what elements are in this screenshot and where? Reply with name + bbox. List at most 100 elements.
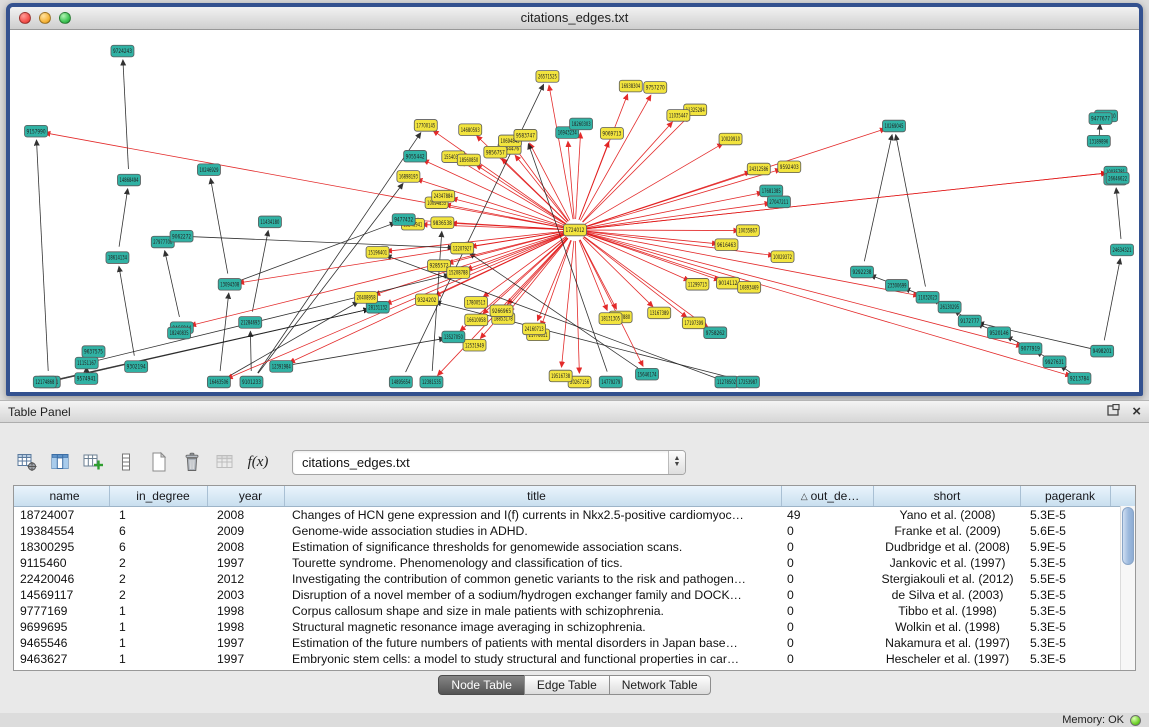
cell-out_de[interactable]: 0 (782, 523, 874, 539)
cell-in_degree[interactable]: 6 (110, 523, 208, 539)
cell-title[interactable]: Investigating the contribution of common… (285, 571, 782, 587)
column-header-name[interactable]: name (14, 486, 110, 506)
cell-name[interactable]: 9465546 (14, 635, 110, 651)
minimize-window-button[interactable] (39, 12, 51, 24)
cell-title[interactable]: Genome-wide association studies in ADHD. (285, 523, 782, 539)
cell-pagerank[interactable]: 5.3E-5 (1021, 635, 1111, 651)
cell-in_degree[interactable]: 2 (110, 571, 208, 587)
graph-node[interactable]: 9172777 (958, 315, 981, 327)
memory-ok-icon[interactable] (1130, 715, 1141, 726)
table-row[interactable]: 2242004622012Investigating the contribut… (14, 571, 1135, 587)
cell-title[interactable]: Estimation of significance thresholds fo… (285, 539, 782, 555)
graph-node[interactable]: 15196401 (366, 247, 389, 259)
graph-node[interactable]: 14680593 (459, 124, 482, 136)
graph-node[interactable]: 18131305 (599, 313, 622, 325)
cell-short[interactable]: Franke et al. (2009) (874, 523, 1021, 539)
graph-node[interactable]: 17800513 (464, 297, 487, 309)
cell-short[interactable]: Hescheler et al. (1997) (874, 651, 1021, 667)
cell-title[interactable]: Embryonic stem cells: a model to study s… (285, 651, 782, 667)
cell-short[interactable]: Yano et al. (2008) (874, 507, 1021, 523)
graph-node[interactable]: 9101233 (240, 376, 263, 388)
graph-node[interactable]: 12381535 (420, 376, 443, 388)
network-window-titlebar[interactable]: citations_edges.txt (10, 7, 1139, 30)
cell-out_de[interactable]: 0 (782, 539, 874, 555)
graph-node[interactable]: 18614134 (106, 252, 129, 264)
cell-name[interactable]: 18300295 (14, 539, 110, 555)
cell-out_de[interactable]: 0 (782, 587, 874, 603)
edit-columns-button[interactable] (80, 449, 106, 475)
graph-node[interactable]: 11032023 (916, 292, 939, 304)
graph-node[interactable]: 11278502 (715, 376, 738, 388)
graph-node[interactable]: 9213784 (1068, 373, 1091, 385)
graph-node[interactable]: 26646622 (1106, 172, 1129, 184)
graph-node[interactable]: 11434180 (258, 216, 281, 228)
graph-node[interactable]: 9324202 (415, 294, 438, 306)
graph-node[interactable]: 9574941 (75, 373, 98, 385)
table-row[interactable]: 1872400712008Changes of HCN gene express… (14, 507, 1135, 523)
cell-title[interactable]: Corpus callosum shape and size in male p… (285, 603, 782, 619)
graph-node[interactable]: 10269045 (883, 120, 906, 132)
cell-in_degree[interactable]: 1 (110, 619, 208, 635)
graph-node[interactable]: 11151167 (75, 357, 98, 369)
cell-name[interactable]: 14569117 (14, 587, 110, 603)
cell-year[interactable]: 1998 (208, 603, 285, 619)
cell-pagerank[interactable]: 5.9E-5 (1021, 539, 1111, 555)
delete-button[interactable] (179, 449, 205, 475)
cell-short[interactable]: Nakamura et al. (1997) (874, 635, 1021, 651)
graph-node[interactable]: 17700145 (414, 120, 437, 132)
cell-short[interactable]: de Silva et al. (2003) (874, 587, 1021, 603)
graph-node[interactable]: 15208788 (447, 267, 470, 279)
cell-year[interactable]: 2012 (208, 571, 285, 587)
table-selector-combo[interactable]: citations_edges.txt ▲▼ (292, 450, 686, 475)
graph-node[interactable]: 17253987 (736, 376, 759, 388)
tab-node-table[interactable]: Node Table (438, 675, 525, 695)
cell-pagerank[interactable]: 5.3E-5 (1021, 619, 1111, 635)
cell-pagerank[interactable]: 5.6E-5 (1021, 523, 1111, 539)
cell-in_degree[interactable]: 1 (110, 635, 208, 651)
graph-node[interactable]: 9592403 (778, 161, 801, 173)
table-row[interactable]: 1938455462009Genome-wide association stu… (14, 523, 1135, 539)
cell-in_degree[interactable]: 2 (110, 555, 208, 571)
cell-short[interactable]: Wolkin et al. (1998) (874, 619, 1021, 635)
cell-name[interactable]: 19384554 (14, 523, 110, 539)
cell-pagerank[interactable]: 5.5E-5 (1021, 571, 1111, 587)
graph-node[interactable]: 10246929 (197, 164, 220, 176)
column-header-short[interactable]: short (874, 486, 1021, 506)
column-header-year[interactable]: year (208, 486, 285, 506)
cell-out_de[interactable]: 49 (782, 507, 874, 523)
graph-node[interactable]: 16898193 (397, 171, 420, 183)
cell-year[interactable]: 1997 (208, 555, 285, 571)
cell-year[interactable]: 2009 (208, 523, 285, 539)
graph-node[interactable]: 1724012 (564, 224, 587, 236)
table-row[interactable]: 911546021997Tourette syndrome. Phenomeno… (14, 555, 1135, 571)
graph-node[interactable]: 9520146 (988, 327, 1011, 339)
graph-node[interactable]: 9055442 (404, 150, 427, 162)
import-table-button[interactable] (212, 449, 238, 475)
cell-year[interactable]: 2003 (208, 587, 285, 603)
graph-node[interactable]: 9836538 (431, 217, 454, 229)
graph-node[interactable]: 26130295 (938, 301, 961, 313)
graph-node[interactable]: 10029372 (771, 251, 794, 263)
cell-title[interactable]: Changes of HCN gene expression and I(f) … (285, 507, 782, 523)
cell-pagerank[interactable]: 5.3E-5 (1021, 603, 1111, 619)
graph-node[interactable]: 9927631 (1043, 356, 1066, 368)
network-window[interactable]: citations_edges.txt 17240121003586796164… (6, 3, 1143, 396)
cell-pagerank[interactable]: 5.3E-5 (1021, 587, 1111, 603)
cell-out_de[interactable]: 0 (782, 651, 874, 667)
function-builder-button[interactable]: f(x) (245, 449, 271, 475)
graph-node[interactable]: 14895654 (389, 376, 412, 388)
rows-button[interactable] (113, 449, 139, 475)
graph-node[interactable]: 18240835 (168, 327, 191, 339)
graph-node[interactable]: 9062272 (170, 230, 193, 242)
new-file-button[interactable] (146, 449, 172, 475)
cell-short[interactable]: Dudbridge et al. (2008) (874, 539, 1021, 555)
cell-name[interactable]: 9463627 (14, 651, 110, 667)
graph-node[interactable]: 13527050 (442, 331, 465, 343)
cell-year[interactable]: 1997 (208, 635, 285, 651)
table-row[interactable]: 946554611997Estimation of the future num… (14, 635, 1135, 651)
table-row[interactable]: 969969511998Structural magnetic resonanc… (14, 619, 1135, 635)
graph-node[interactable]: 9014112 (717, 277, 740, 289)
graph-node[interactable]: 21284693 (239, 317, 262, 329)
graph-node[interactable]: 9477677 (1089, 113, 1112, 125)
graph-node[interactable]: 9616463 (715, 239, 738, 251)
